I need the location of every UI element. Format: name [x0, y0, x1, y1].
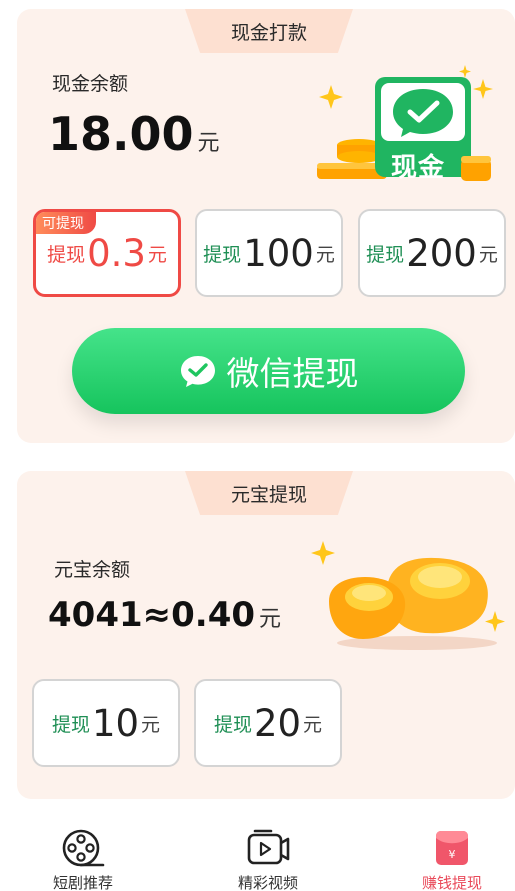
cash-balance-label: 现金余额 [52, 73, 129, 95]
tab-label: 赚钱提现 [421, 874, 482, 891]
cash-illustration: 现金 [313, 63, 493, 185]
ingot-balance: 4041≈0.40 元 [48, 595, 281, 635]
ingot-option-10[interactable]: 提现 10 元 [32, 679, 180, 767]
svg-text:¥: ¥ [449, 848, 456, 861]
cash-withdraw-card: 现金打款 现金余额 18.00 元 现金 可提现 提现 0.3 元 提现 100… [17, 9, 515, 443]
option-unit: 元 [141, 713, 161, 736]
option-prefix: 提现 [366, 243, 405, 266]
ingot-balance-value: 4041≈0.40 [48, 595, 256, 635]
cash-option-100[interactable]: 提现 100 元 [195, 209, 343, 297]
bottom-tab-bar: 短剧推荐 精彩视频 ¥ 赚钱提现 [0, 828, 515, 891]
option-amount: 0.3 [87, 231, 146, 275]
option-prefix: 提现 [47, 243, 86, 266]
wechat-pay-icon [179, 354, 217, 388]
cash-tab-title: 现金打款 [185, 9, 353, 53]
ingot-balance-unit: 元 [259, 607, 282, 632]
gold-ingot-icon [311, 541, 505, 650]
ingot-balance-label: 元宝余额 [54, 559, 131, 581]
red-envelope-icon: ¥ [432, 828, 472, 868]
cash-option-0-3[interactable]: 可提现 提现 0.3 元 [33, 209, 181, 297]
wechat-withdraw-button[interactable]: 微信提现 [72, 328, 465, 414]
cash-balance-value: 18.00 [48, 107, 194, 161]
option-unit: 元 [147, 243, 167, 266]
option-amount: 100 [243, 231, 314, 275]
option-unit: 元 [303, 713, 323, 736]
option-prefix: 提现 [203, 243, 242, 266]
ingot-tab-title: 元宝提现 [185, 471, 353, 515]
option-prefix: 提现 [51, 713, 90, 736]
withdrawable-badge: 可提现 [36, 212, 96, 234]
film-reel-icon [61, 828, 105, 868]
tab-videos[interactable]: 精彩视频 [218, 828, 318, 891]
gold-ingot-illustration [307, 541, 507, 651]
tab-label: 精彩视频 [237, 874, 298, 891]
option-amount: 200 [406, 231, 477, 275]
cash-balance-unit: 元 [197, 131, 220, 156]
cash-balance: 18.00 元 [48, 107, 220, 161]
option-prefix: 提现 [213, 713, 252, 736]
cash-option-200[interactable]: 提现 200 元 [358, 209, 506, 297]
option-unit: 元 [478, 243, 498, 266]
option-amount: 20 [253, 701, 302, 745]
tab-label: 短剧推荐 [52, 874, 113, 891]
tab-earn-withdraw[interactable]: ¥ 赚钱提现 [402, 828, 502, 891]
wechat-withdraw-label: 微信提现 [226, 354, 359, 393]
cash-badge-text: 现金 [391, 153, 446, 183]
ingot-withdraw-card: 元宝提现 元宝余额 4041≈0.40 元 提现 10 元 提现 20 元 [17, 471, 515, 799]
option-unit: 元 [315, 243, 335, 266]
ingot-option-20[interactable]: 提现 20 元 [194, 679, 342, 767]
video-play-icon [245, 828, 291, 868]
option-amount: 10 [91, 701, 140, 745]
tab-short-drama[interactable]: 短剧推荐 [33, 828, 133, 891]
